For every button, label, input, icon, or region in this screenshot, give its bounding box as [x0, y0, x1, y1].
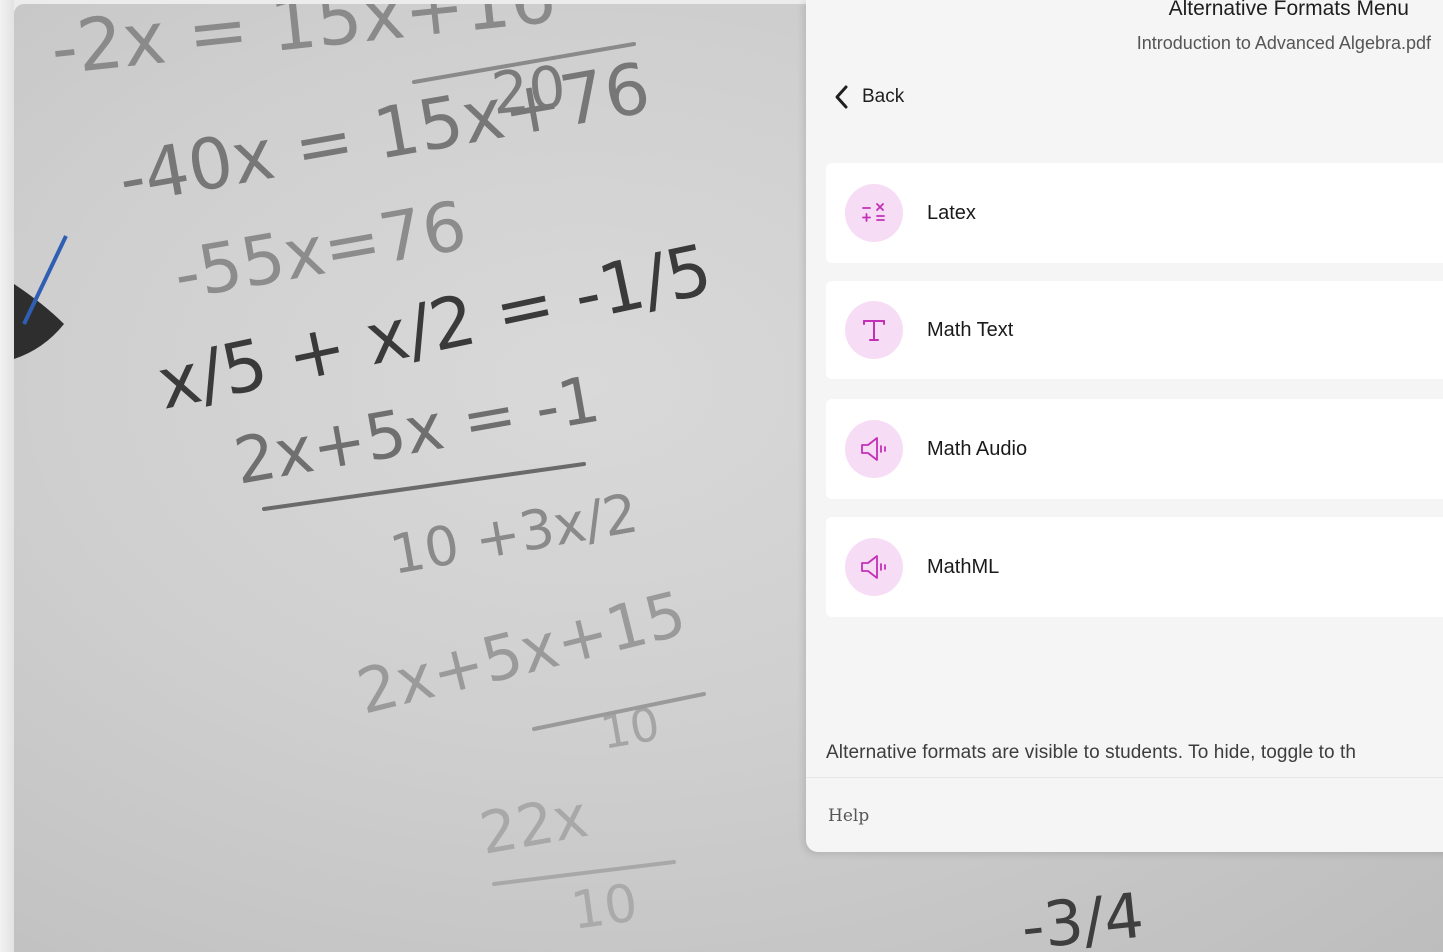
speaker-icon	[861, 437, 886, 461]
format-label: Math Audio	[927, 437, 1028, 460]
format-label: Math Text	[927, 318, 1014, 341]
format-item-mathml[interactable]: MathML	[826, 517, 1443, 617]
hw-line-10: 22x	[475, 782, 593, 868]
icon-badge	[845, 184, 903, 242]
icon-badge	[845, 538, 903, 596]
hw-line-7: 10 +3x/2	[385, 481, 642, 586]
format-list: Latex Math Text Math Audio MathML	[826, 163, 1443, 635]
icon-badge	[845, 301, 903, 359]
left-edge	[0, 0, 14, 952]
chevron-left-icon	[835, 85, 848, 109]
footer-divider	[806, 777, 1443, 778]
format-label: Latex	[927, 201, 976, 224]
back-button[interactable]: Back	[832, 82, 904, 112]
math-operators-icon	[862, 203, 885, 222]
format-label: MathML	[927, 555, 1000, 578]
icon-badge	[845, 420, 903, 478]
speaker-icon	[861, 555, 886, 579]
text-t-icon	[863, 320, 885, 341]
document-name: Introduction to Advanced Algebra.pdf	[1136, 33, 1431, 53]
visibility-note: Alternative formats are visible to stude…	[826, 742, 1357, 763]
format-item-math-text[interactable]: Math Text	[826, 281, 1443, 379]
screen: -2x = 15x+16 20 -40x = 15x+76 -55x=76 x/…	[0, 0, 1443, 952]
hw-line-12: -3/4	[1018, 879, 1147, 952]
back-label: Back	[862, 86, 905, 107]
hw-line-11: 10	[567, 873, 641, 942]
format-item-latex[interactable]: Latex	[826, 163, 1443, 263]
panel-title: Alternative Formats Menu	[1168, 0, 1409, 20]
format-item-math-audio[interactable]: Math Audio	[826, 399, 1443, 499]
alternative-formats-panel: Alternative Formats Menu Introduction to…	[806, 0, 1443, 852]
help-link[interactable]: Help	[828, 806, 869, 826]
